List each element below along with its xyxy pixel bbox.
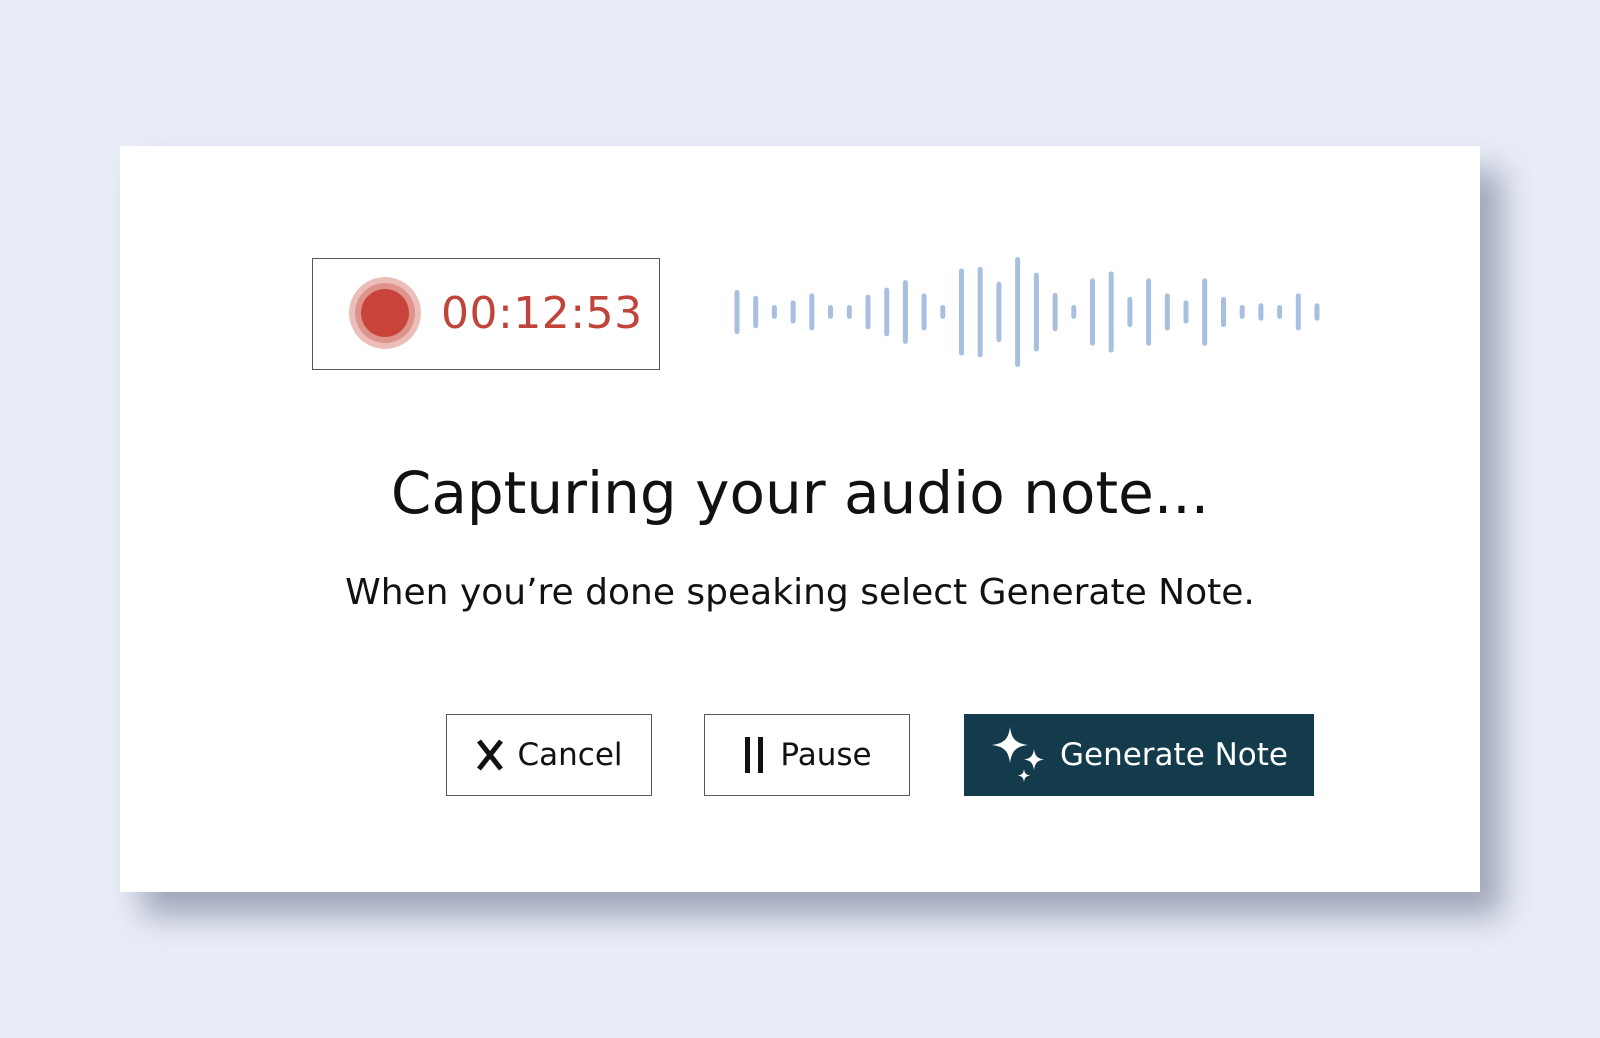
waveform-bar <box>846 305 852 319</box>
waveform-bar <box>1295 293 1301 331</box>
waveform-bar <box>734 290 740 335</box>
waveform-bar <box>809 293 815 331</box>
pause-icon <box>742 735 768 775</box>
waveform-bar <box>1127 296 1133 328</box>
waveform-bar <box>1258 303 1264 321</box>
waveform-bar <box>921 293 927 331</box>
generate-note-button-label: Generate Note <box>1059 737 1289 773</box>
audio-waveform <box>734 256 1320 368</box>
waveform-bar <box>1071 305 1077 319</box>
waveform-bar <box>1314 303 1320 321</box>
pause-button-label: Pause <box>780 737 872 773</box>
waveform-bar <box>1015 256 1021 368</box>
timer-value: 00:12:53 <box>441 288 643 339</box>
waveform-bar <box>771 305 777 319</box>
waveform-bar <box>902 280 908 344</box>
waveform-bar <box>977 266 983 358</box>
audio-note-dialog: 00:12:53 Capturing your audio note... Wh… <box>120 146 1480 892</box>
waveform-bar <box>1090 278 1095 346</box>
waveform-bar <box>1221 296 1226 328</box>
close-icon <box>475 738 505 772</box>
waveform-bar <box>828 305 833 319</box>
waveform-bar <box>790 300 796 324</box>
waveform-bar <box>1164 293 1170 331</box>
dialog-subtitle: When you’re done speaking select Generat… <box>345 572 1255 613</box>
waveform-bar <box>753 295 759 329</box>
dialog-title: Capturing your audio note... <box>390 459 1210 527</box>
waveform-bar <box>959 268 964 356</box>
waveform-bar <box>1033 272 1039 352</box>
recording-timer: 00:12:53 <box>312 258 660 370</box>
waveform-bar <box>884 287 890 337</box>
waveform-bar <box>865 294 871 330</box>
waveform-bar <box>996 281 1002 343</box>
waveform-bar <box>940 305 946 319</box>
cancel-button-label: Cancel <box>517 737 623 773</box>
waveform-bar <box>1239 305 1245 319</box>
waveform-bar <box>1183 300 1189 324</box>
pause-button[interactable]: Pause <box>704 714 910 796</box>
cancel-button[interactable]: Cancel <box>446 714 652 796</box>
generate-note-button[interactable]: Generate Note <box>964 714 1314 796</box>
waveform-bar <box>1277 305 1283 319</box>
waveform-bar <box>1146 278 1152 346</box>
waveform-bar <box>1202 278 1208 346</box>
record-icon <box>349 277 421 349</box>
sparkle-icon <box>990 725 1048 785</box>
waveform-bar <box>1108 271 1114 353</box>
waveform-bar <box>1052 292 1058 332</box>
